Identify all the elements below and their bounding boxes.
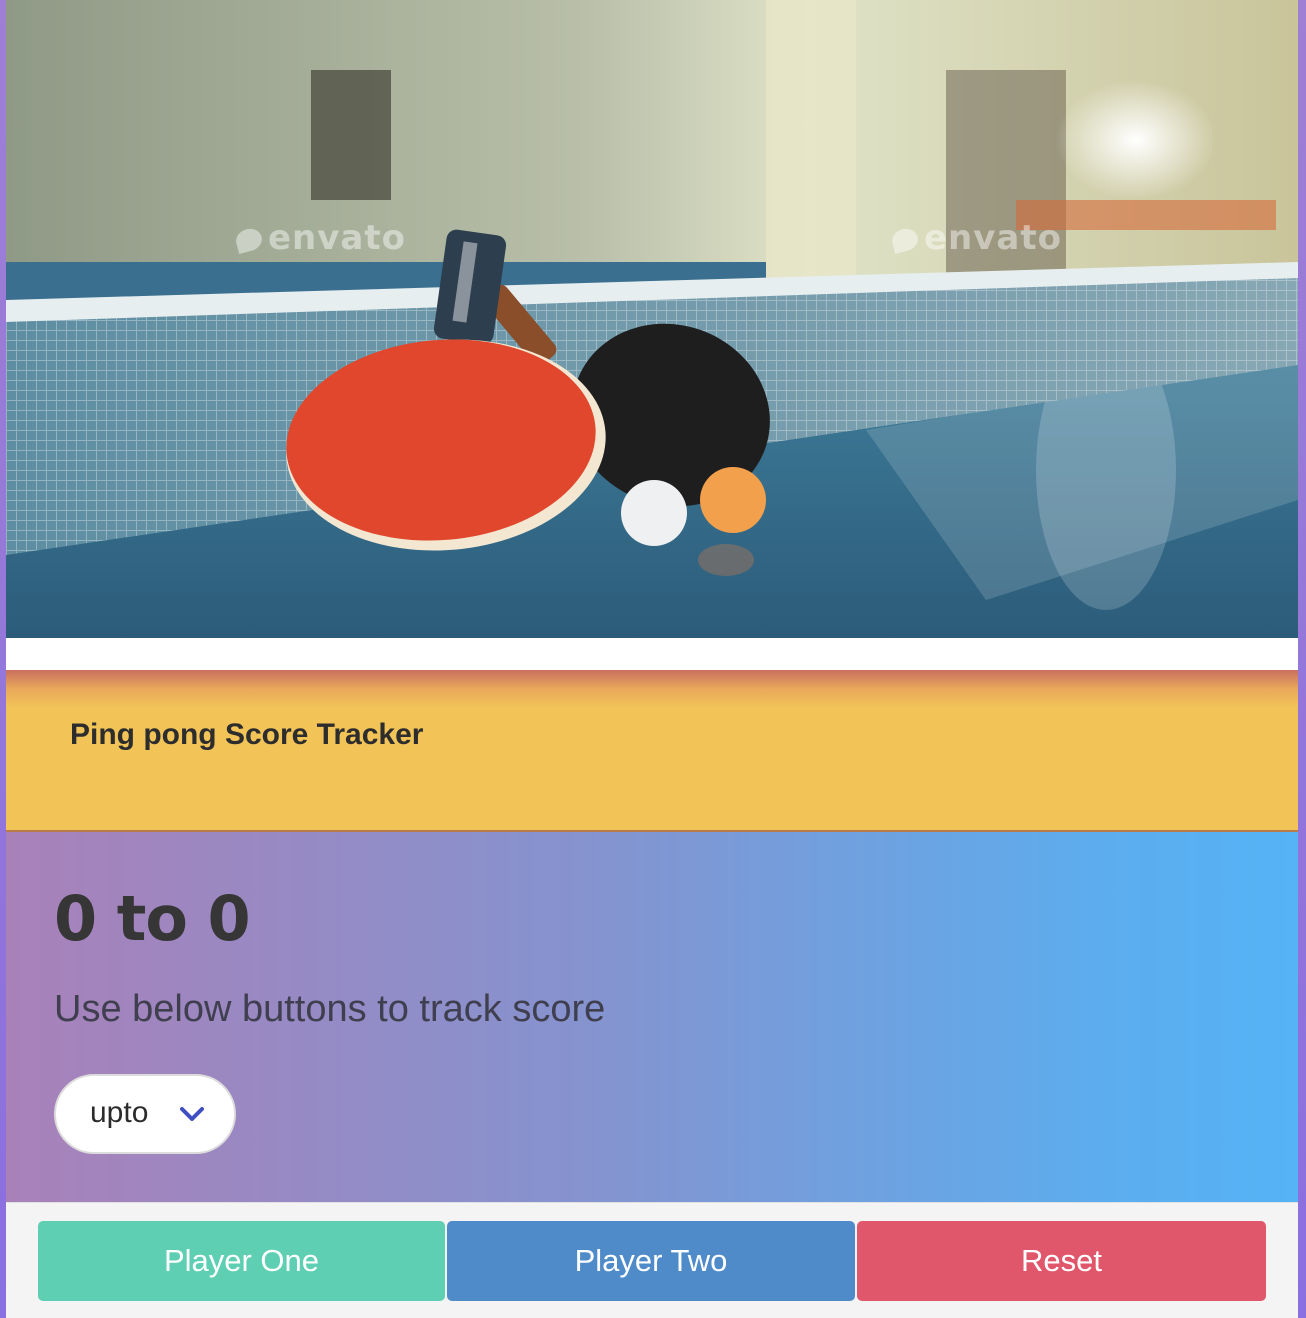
envato-watermark-right: envato	[889, 218, 1062, 258]
instructions-text: Use below buttons to track score	[54, 988, 606, 1030]
player-two-button[interactable]: Player Two	[447, 1221, 855, 1301]
winning-score-select[interactable]: upto	[54, 1074, 236, 1154]
score-panel: 0 to 0 Use below buttons to track score …	[6, 832, 1298, 1202]
reset-button[interactable]: Reset	[857, 1221, 1266, 1301]
hero-image: envato envato	[6, 0, 1298, 638]
player-one-button[interactable]: Player One	[38, 1221, 445, 1301]
header-band: Ping pong Score Tracker	[6, 670, 1298, 832]
score-tracker-card: envato envato Ping pong Score Tracker 0 …	[6, 0, 1298, 1318]
page-title: Ping pong Score Tracker	[70, 718, 424, 751]
image-spacer	[6, 638, 1298, 670]
envato-leaf-icon	[889, 226, 921, 254]
score-display: 0 to 0	[54, 882, 251, 955]
select-value: upto	[90, 1096, 149, 1129]
button-bar: Player One Player Two Reset	[6, 1202, 1298, 1318]
envato-leaf-icon	[233, 226, 265, 254]
envato-watermark-left: envato	[233, 218, 406, 258]
chevron-down-icon	[180, 1107, 204, 1121]
ping-pong-photo	[6, 0, 1298, 638]
